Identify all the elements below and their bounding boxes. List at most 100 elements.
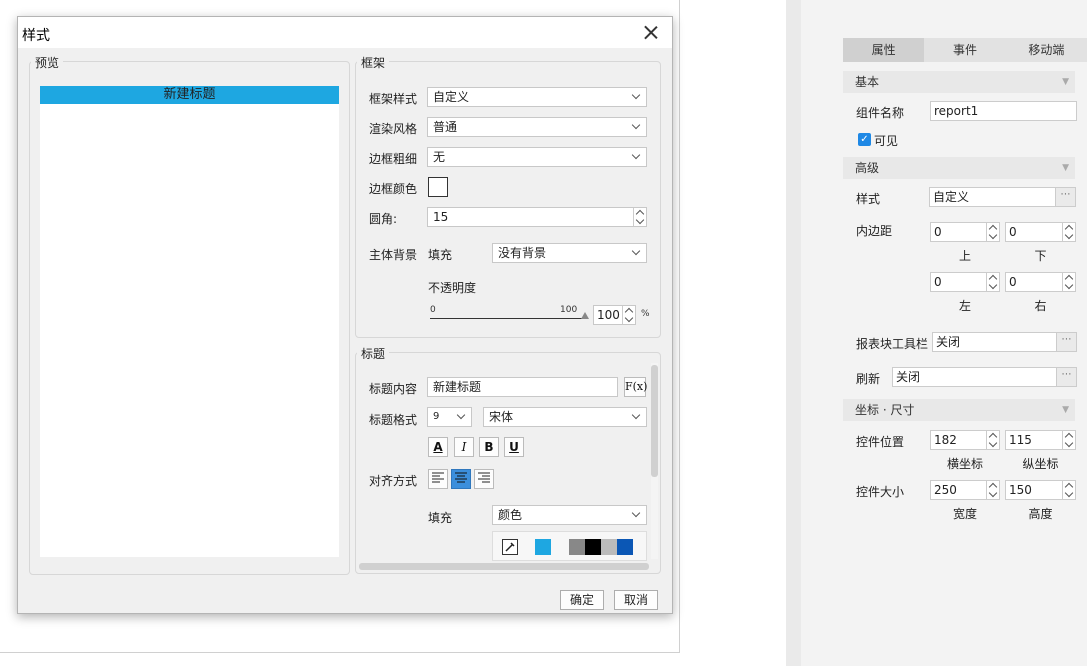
- tab-events[interactable]: 事件: [924, 38, 1006, 62]
- color-palette: [492, 531, 647, 561]
- spinner-icon[interactable]: [986, 481, 999, 499]
- more-icon[interactable]: ⋯: [1056, 333, 1076, 351]
- spinner-icon[interactable]: [622, 306, 635, 324]
- body-bg-select[interactable]: 没有背景: [492, 243, 647, 263]
- font-size-select[interactable]: 9: [427, 407, 472, 427]
- x-value: 182: [934, 433, 957, 447]
- frame-style-value: 自定义: [433, 90, 470, 104]
- collapse-icon: ▼: [1062, 163, 1069, 173]
- padding-top-caption: 上: [958, 249, 971, 263]
- body-bg-label: 主体背景: [369, 248, 418, 262]
- render-style-select[interactable]: 普通: [427, 117, 647, 137]
- font-color-button[interactable]: A: [428, 437, 448, 457]
- padding-right-stepper[interactable]: 0: [1005, 272, 1076, 292]
- align-center-button[interactable]: [451, 469, 471, 489]
- padding-label: 内边距: [856, 224, 893, 238]
- cancel-button[interactable]: 取消: [614, 590, 658, 610]
- padding-bottom-stepper[interactable]: 0: [1005, 222, 1076, 242]
- toolbar-field[interactable]: 关闭 ⋯: [932, 332, 1077, 352]
- tab-mobile[interactable]: 移动端: [1005, 38, 1087, 62]
- property-tabs: 属性 事件 移动端: [843, 38, 1087, 62]
- component-name-input[interactable]: report1: [930, 101, 1077, 121]
- bold-button[interactable]: B: [479, 437, 499, 457]
- spinner-icon[interactable]: [986, 273, 999, 291]
- formula-button[interactable]: F(x): [624, 377, 647, 397]
- height-stepper[interactable]: 150: [1005, 480, 1076, 500]
- more-icon[interactable]: ⋯: [1055, 188, 1075, 206]
- spinner-icon[interactable]: [1062, 431, 1075, 449]
- opacity-min: 0: [430, 305, 436, 315]
- border-width-value: 无: [433, 150, 446, 164]
- spinner-icon[interactable]: [1062, 481, 1075, 499]
- swatch-2[interactable]: [569, 539, 585, 555]
- style-dialog: 样式 预览 新建标题 框架 框架样式 自定义 渲染风格 普通 边框粗细 无 边框…: [17, 16, 673, 614]
- y-stepper[interactable]: 115: [1005, 430, 1076, 450]
- spinner-icon[interactable]: [1062, 223, 1075, 241]
- eyedropper-button[interactable]: [502, 539, 518, 555]
- opacity-unit: %: [641, 309, 650, 319]
- scrollbar-thumb[interactable]: [651, 365, 658, 477]
- size-label: 控件大小: [856, 485, 905, 499]
- align-left-icon: [432, 472, 444, 483]
- opacity-stepper[interactable]: 100: [593, 305, 636, 325]
- chevron-down-icon: [628, 244, 646, 262]
- refresh-field[interactable]: 关闭 ⋯: [892, 367, 1077, 387]
- visible-checkbox[interactable]: ✓: [858, 133, 871, 146]
- dialog-titlebar[interactable]: 样式: [18, 17, 672, 48]
- style-label: 样式: [856, 192, 881, 206]
- spinner-icon[interactable]: [986, 431, 999, 449]
- swatch-row: [535, 539, 633, 555]
- section-advanced-header[interactable]: 高级 ▼: [843, 157, 1075, 179]
- width-stepper[interactable]: 250: [930, 480, 1000, 500]
- tab-properties[interactable]: 属性: [843, 38, 925, 62]
- style-field[interactable]: 自定义 ⋯: [929, 187, 1076, 207]
- border-width-select[interactable]: 无: [427, 147, 647, 167]
- border-color-picker[interactable]: [428, 177, 448, 197]
- opacity-slider-track[interactable]: [430, 318, 585, 319]
- opacity-slider-thumb[interactable]: [581, 312, 589, 319]
- body-bg-value: 没有背景: [498, 246, 547, 260]
- radius-value: 15: [433, 210, 449, 224]
- title-group-label: 标题: [357, 345, 390, 362]
- refresh-value: 关闭: [896, 370, 921, 384]
- swatch-0[interactable]: [535, 539, 551, 555]
- radius-label: 圆角:: [369, 212, 398, 226]
- section-basic-header[interactable]: 基本 ▼: [843, 71, 1075, 93]
- title-content-input[interactable]: 新建标题: [427, 377, 618, 397]
- title-format-label: 标题格式: [369, 413, 418, 427]
- font-family-select[interactable]: 宋体: [483, 407, 647, 427]
- close-icon[interactable]: [642, 23, 660, 41]
- radius-stepper[interactable]: 15: [427, 207, 647, 227]
- x-stepper[interactable]: 182: [930, 430, 1000, 450]
- y-caption: 纵坐标: [1022, 457, 1059, 471]
- align-left-button[interactable]: [428, 469, 448, 489]
- align-right-button[interactable]: [474, 469, 494, 489]
- swatch-4[interactable]: [601, 539, 617, 555]
- toolbar-value: 关闭: [936, 335, 961, 349]
- chevron-down-icon: [628, 408, 646, 426]
- swatch-5[interactable]: [617, 539, 633, 555]
- spinner-icon[interactable]: [1062, 273, 1075, 291]
- border-color-label: 边框颜色: [369, 182, 418, 196]
- spinner-icon[interactable]: [986, 223, 999, 241]
- title-horizontal-scrollbar[interactable]: [359, 563, 649, 570]
- italic-button[interactable]: I: [454, 437, 474, 457]
- frame-style-select[interactable]: 自定义: [427, 87, 647, 107]
- section-geometry-header[interactable]: 坐标 · 尺寸 ▼: [843, 399, 1075, 421]
- padding-top-stepper[interactable]: 0: [930, 222, 1000, 242]
- chevron-down-icon: [628, 506, 646, 524]
- padding-right-caption: 右: [1034, 299, 1047, 313]
- title-fill-select[interactable]: 颜色: [492, 505, 647, 525]
- padding-left-stepper[interactable]: 0: [930, 272, 1000, 292]
- ok-button[interactable]: 确定: [560, 590, 604, 610]
- title-vertical-scrollbar[interactable]: [651, 363, 658, 559]
- underline-button[interactable]: U: [504, 437, 524, 457]
- component-name-label: 组件名称: [856, 106, 905, 120]
- width-caption: 宽度: [952, 507, 977, 521]
- more-icon[interactable]: ⋯: [1056, 368, 1076, 386]
- spinner-icon[interactable]: [633, 208, 646, 226]
- swatch-3[interactable]: [585, 539, 601, 555]
- height-value: 150: [1009, 483, 1032, 497]
- padding-bottom-value: 0: [1009, 225, 1017, 239]
- padding-right-value: 0: [1009, 275, 1017, 289]
